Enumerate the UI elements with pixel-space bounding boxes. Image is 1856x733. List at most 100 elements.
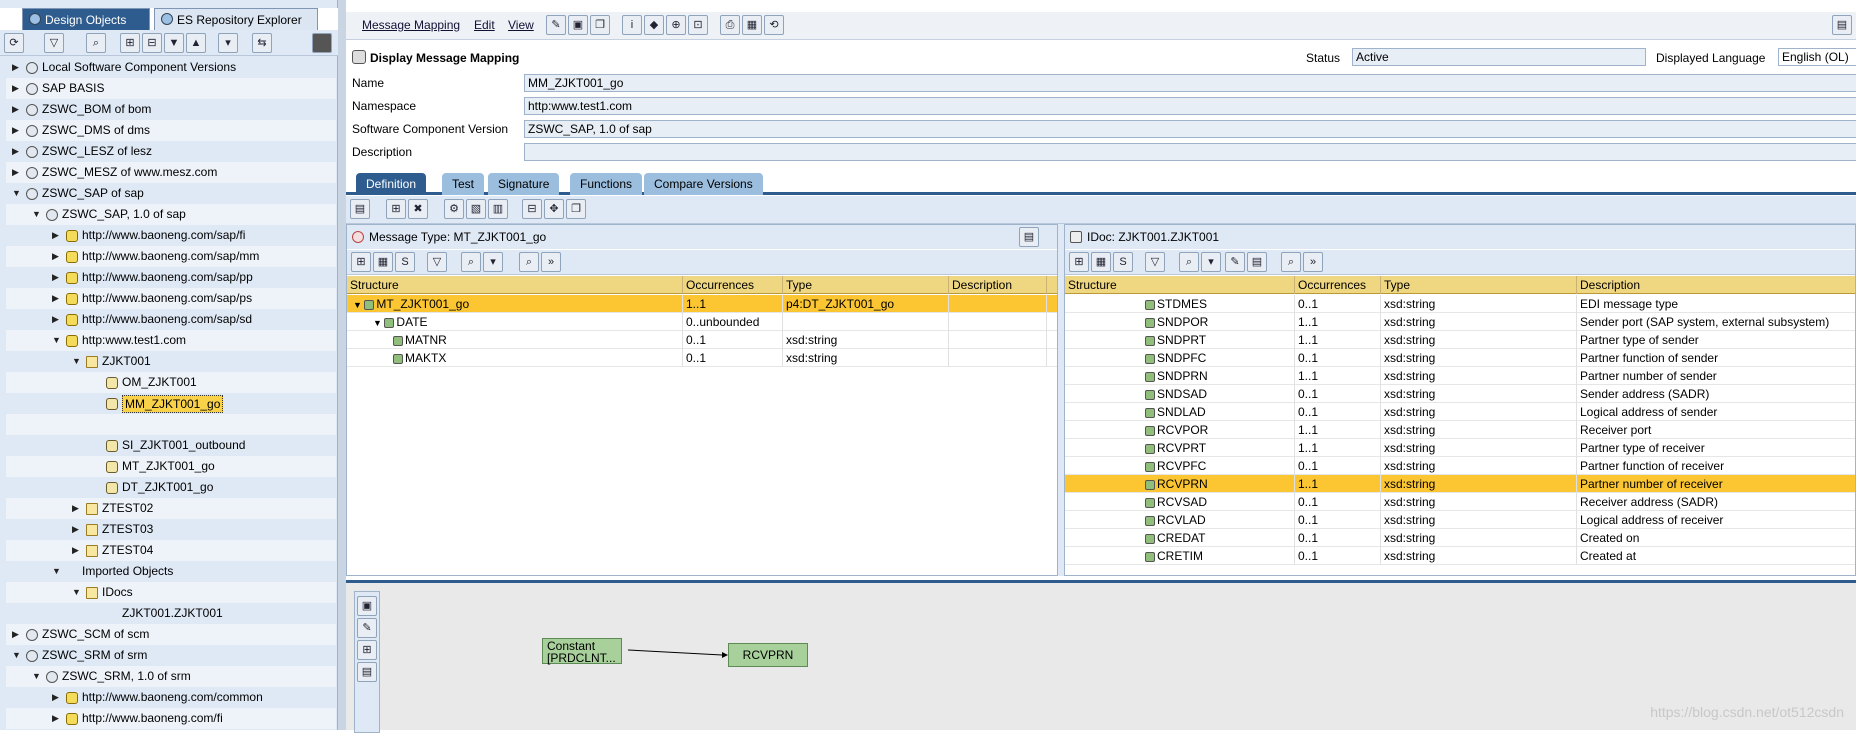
collapse-all-icon[interactable]: ⊟: [142, 33, 162, 53]
target-row[interactable]: RCVLAD 0..1 xsd:string Logical address of r…: [1065, 511, 1855, 529]
tree-item[interactable]: SI_ZJKT001_outbound: [6, 435, 336, 456]
tree-item[interactable]: ▶ ZSWC_MESZ of www.mesz.com: [6, 162, 336, 183]
mapping-graph-editor[interactable]: ▣ ✎ ⊞ ▤ Constant [PRDCLNT... RCVPRN: [346, 580, 1856, 733]
collapsed-arrow-icon[interactable]: ▶: [52, 687, 62, 708]
expand-all-icon[interactable]: ⊞: [120, 33, 140, 53]
tree-item[interactable]: ▶ http://www.baoneng.com/fi: [6, 708, 336, 729]
collapsed-arrow-icon[interactable]: ▶: [12, 141, 22, 162]
expanded-arrow-icon[interactable]: ▼: [52, 330, 62, 351]
col-structure[interactable]: Structure: [347, 276, 683, 294]
link-with-editor-icon[interactable]: ⇆: [252, 33, 272, 53]
tree-item[interactable]: ▼ ZSWC_SRM, 1.0 of srm: [6, 666, 336, 687]
col-occurrences[interactable]: Occurrences: [1295, 276, 1381, 294]
tab-es-repository-explorer[interactable]: ES Repository Explorer: [154, 8, 318, 30]
multi-mapping-icon[interactable]: ⊞: [386, 199, 406, 219]
editor-settings-icon[interactable]: ▤: [1832, 15, 1852, 35]
tree-item[interactable]: ▶ ZTEST02: [6, 498, 336, 519]
tab-compare-versions[interactable]: Compare Versions: [644, 173, 763, 195]
tree-item[interactable]: ▼ ZSWC_SAP, 1.0 of sap: [6, 204, 336, 225]
move-down-icon[interactable]: ▼: [164, 33, 184, 53]
source-row[interactable]: ▼ DATE 0..unbounded: [347, 313, 1057, 331]
tree-item[interactable]: ▶ ZTEST04: [6, 540, 336, 561]
tree-item[interactable]: ▶ Local Software Component Versions: [6, 57, 336, 78]
info-icon[interactable]: i: [622, 15, 642, 35]
target-row[interactable]: SNDPRT 1..1 xsd:string Partner type of send…: [1065, 331, 1855, 349]
tree-item[interactable]: ▼ IDocs: [6, 582, 336, 603]
collapsed-arrow-icon[interactable]: ▶: [52, 288, 62, 309]
tree-item[interactable]: ZJKT001.ZJKT001: [6, 603, 336, 624]
target-row[interactable]: SNDPFC 0..1 xsd:string Partner function of …: [1065, 349, 1855, 367]
src-view-icon[interactable]: S: [395, 252, 415, 272]
source-row[interactable]: MATNR 0..1 xsd:string: [347, 331, 1057, 349]
collapsed-arrow-icon[interactable]: ▶: [52, 309, 62, 330]
stop-icon[interactable]: [312, 33, 332, 53]
tree-item[interactable]: ▼ Imported Objects: [6, 561, 336, 582]
tree-item[interactable]: ▼ ZSWC_SRM of srm: [6, 645, 336, 666]
tree-item[interactable]: DT_ZJKT001_go: [6, 477, 336, 498]
delete-icon[interactable]: ✖: [408, 199, 428, 219]
find-icon[interactable]: ⌕: [1281, 252, 1301, 272]
route-icon[interactable]: ✥: [544, 199, 564, 219]
find-next-icon[interactable]: »: [1303, 252, 1323, 272]
target-row[interactable]: CRETIM 0..1 xsd:string Created at: [1065, 547, 1855, 565]
collapsed-arrow-icon[interactable]: ▶: [52, 225, 62, 246]
tree-item[interactable]: ▶ ZSWC_DMS of dms: [6, 120, 336, 141]
tab-signature[interactable]: Signature: [488, 173, 560, 195]
xml-view-icon[interactable]: ▥: [488, 199, 508, 219]
expanded-arrow-icon[interactable]: ▼: [52, 561, 62, 582]
collapsed-arrow-icon[interactable]: ▶: [52, 708, 62, 729]
display-filter-icon[interactable]: ▾: [218, 33, 238, 53]
target-row[interactable]: RCVSAD 0..1 xsd:string Receiver address (SA…: [1065, 493, 1855, 511]
history-icon[interactable]: ⟲: [764, 15, 784, 35]
edit-field-icon[interactable]: ✎: [1225, 252, 1245, 272]
target-row[interactable]: SNDPOR 1..1 xsd:string Sender port (SAP sys…: [1065, 313, 1855, 331]
tree-item[interactable]: ▶ http://www.baoneng.com/sap/sd: [6, 309, 336, 330]
display-queue-icon[interactable]: ▧: [466, 199, 486, 219]
col-structure[interactable]: Structure: [1065, 276, 1295, 294]
target-row[interactable]: RCVPRT 1..1 xsd:string Partner type of rece…: [1065, 439, 1855, 457]
target-row[interactable]: SNDLAD 0..1 xsd:string Logical address of s…: [1065, 403, 1855, 421]
dependencies-icon[interactable]: ▤: [350, 199, 370, 219]
target-row[interactable]: CREDAT 0..1 xsd:string Created on: [1065, 529, 1855, 547]
collapsed-arrow-icon[interactable]: ▶: [72, 498, 82, 519]
expanded-arrow-icon[interactable]: ▼: [72, 582, 82, 603]
expand-arrow-icon[interactable]: ▼: [373, 318, 384, 328]
menu-edit[interactable]: Edit: [474, 18, 495, 32]
hierarchy-icon[interactable]: ⊡: [688, 15, 708, 35]
collapsed-arrow-icon[interactable]: ▶: [12, 624, 22, 645]
collapsed-arrow-icon[interactable]: ▶: [72, 540, 82, 561]
move-up-icon[interactable]: ▲: [186, 33, 206, 53]
tree-item[interactable]: ▶ http://www.baoneng.com/sap/pp: [6, 267, 336, 288]
target-row[interactable]: RCVPFC 0..1 xsd:string Partner function of …: [1065, 457, 1855, 475]
search-field-icon[interactable]: ⌕: [1179, 252, 1199, 272]
menu-view[interactable]: View: [508, 18, 534, 32]
target-row[interactable]: SNDSAD 0..1 xsd:string Sender address (SADR…: [1065, 385, 1855, 403]
tree-view-icon[interactable]: ⊞: [351, 252, 371, 272]
tree-item[interactable]: ▶ SAP BASIS: [6, 78, 336, 99]
tree-item[interactable]: ▶ http://www.baoneng.com/sap/ps: [6, 288, 336, 309]
filter-options-icon[interactable]: ▾: [483, 252, 503, 272]
activate-icon[interactable]: ◆: [644, 15, 664, 35]
tree-item[interactable]: ▼ ZJKT001: [6, 351, 336, 372]
expanded-arrow-icon[interactable]: ▼: [32, 666, 42, 687]
grid-icon[interactable]: ▦: [373, 252, 393, 272]
source-row[interactable]: ▼ MT_ZJKT001_go 1..1 p4:DT_ZJKT001_go: [347, 295, 1057, 313]
col-type[interactable]: Type: [1381, 276, 1577, 294]
where-used-icon[interactable]: ⊕: [666, 15, 686, 35]
tree-item[interactable]: MT_ZJKT001_go: [6, 456, 336, 477]
menu-message-mapping[interactable]: Message Mapping: [362, 18, 460, 32]
copy-icon[interactable]: ❐: [590, 15, 610, 35]
tab-test[interactable]: Test: [442, 173, 485, 195]
source-pane-menu-icon[interactable]: ▤: [1019, 227, 1039, 247]
expanded-arrow-icon[interactable]: ▼: [72, 351, 82, 372]
refresh-icon[interactable]: ⟳: [4, 33, 24, 53]
col-description[interactable]: Description: [1577, 276, 1855, 294]
expanded-arrow-icon[interactable]: ▼: [12, 645, 22, 666]
col-description[interactable]: Description: [949, 276, 1047, 294]
collapsed-arrow-icon[interactable]: ▶: [52, 246, 62, 267]
description-field[interactable]: [524, 143, 1856, 161]
tab-definition[interactable]: Definition: [356, 173, 427, 195]
settings-gear-icon[interactable]: ⚙: [444, 199, 464, 219]
target-row[interactable]: RCVPRN 1..1 xsd:string Partner number of re…: [1065, 475, 1855, 493]
find-icon[interactable]: ⌕: [86, 33, 106, 53]
